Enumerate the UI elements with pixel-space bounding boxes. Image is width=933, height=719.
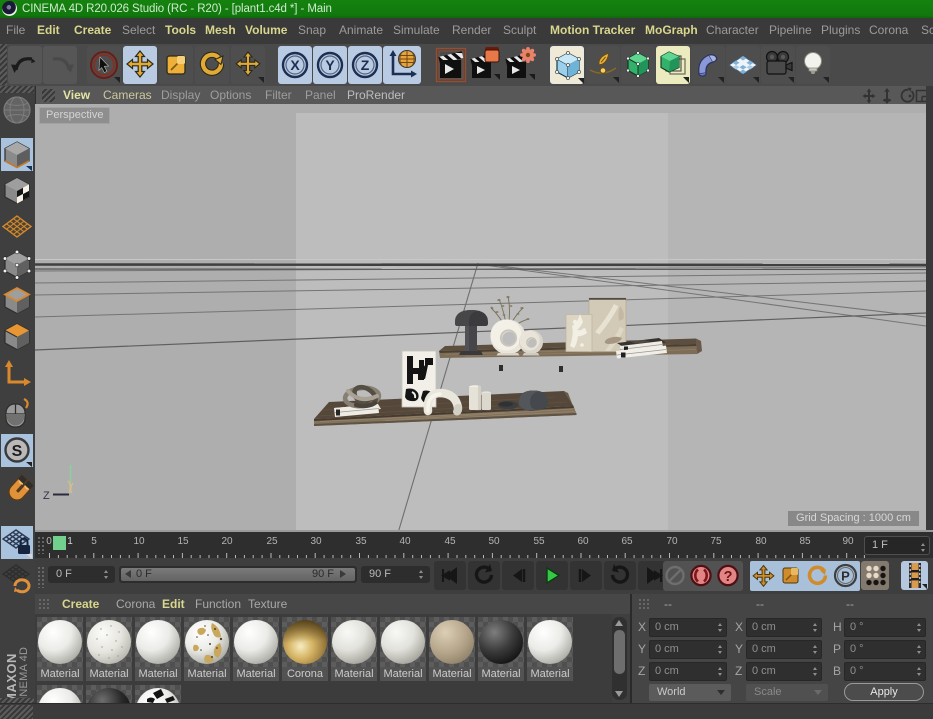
svg-text:Z: Z [361,57,370,73]
svg-text:S: S [12,443,23,460]
svg-text:Y: Y [325,57,335,73]
svg-text:Z: Z [43,490,50,502]
svg-text:?: ? [724,569,733,585]
svg-text:P: P [841,569,850,584]
svg-text:X: X [290,57,300,73]
